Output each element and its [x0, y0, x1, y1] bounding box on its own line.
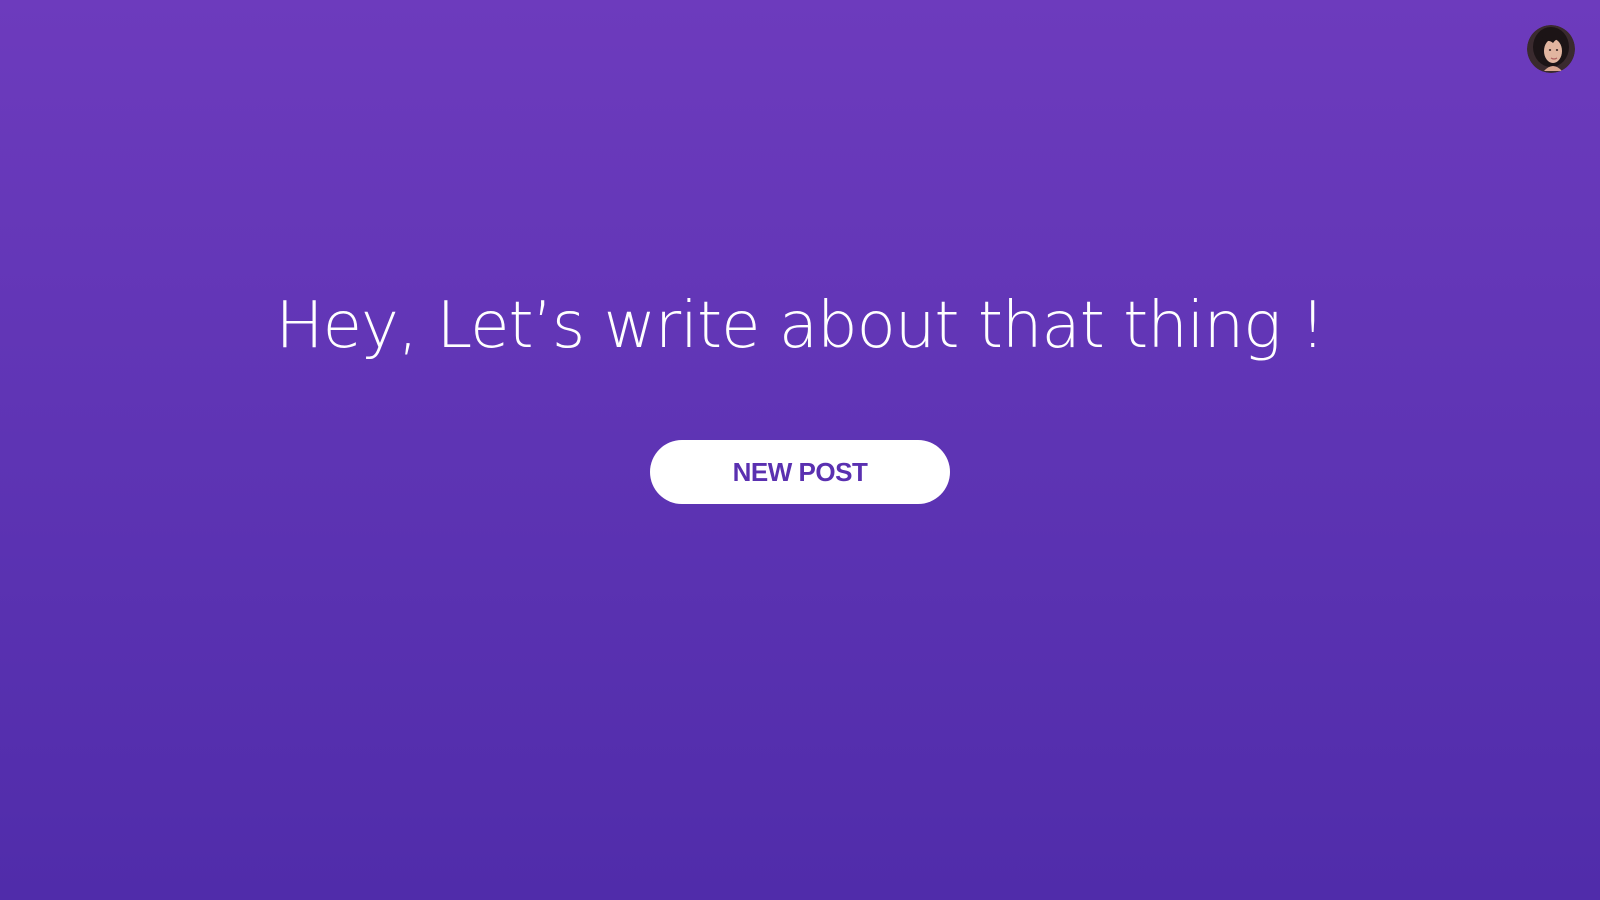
page-headline: Hey, Let’s write about that thing !: [275, 289, 1325, 363]
app-screen: Hey, Let’s write about that thing ! NEW …: [0, 0, 1600, 900]
user-avatar[interactable]: [1527, 25, 1575, 73]
user-avatar-icon: [1527, 25, 1575, 73]
new-post-button[interactable]: NEW POST: [650, 440, 950, 504]
